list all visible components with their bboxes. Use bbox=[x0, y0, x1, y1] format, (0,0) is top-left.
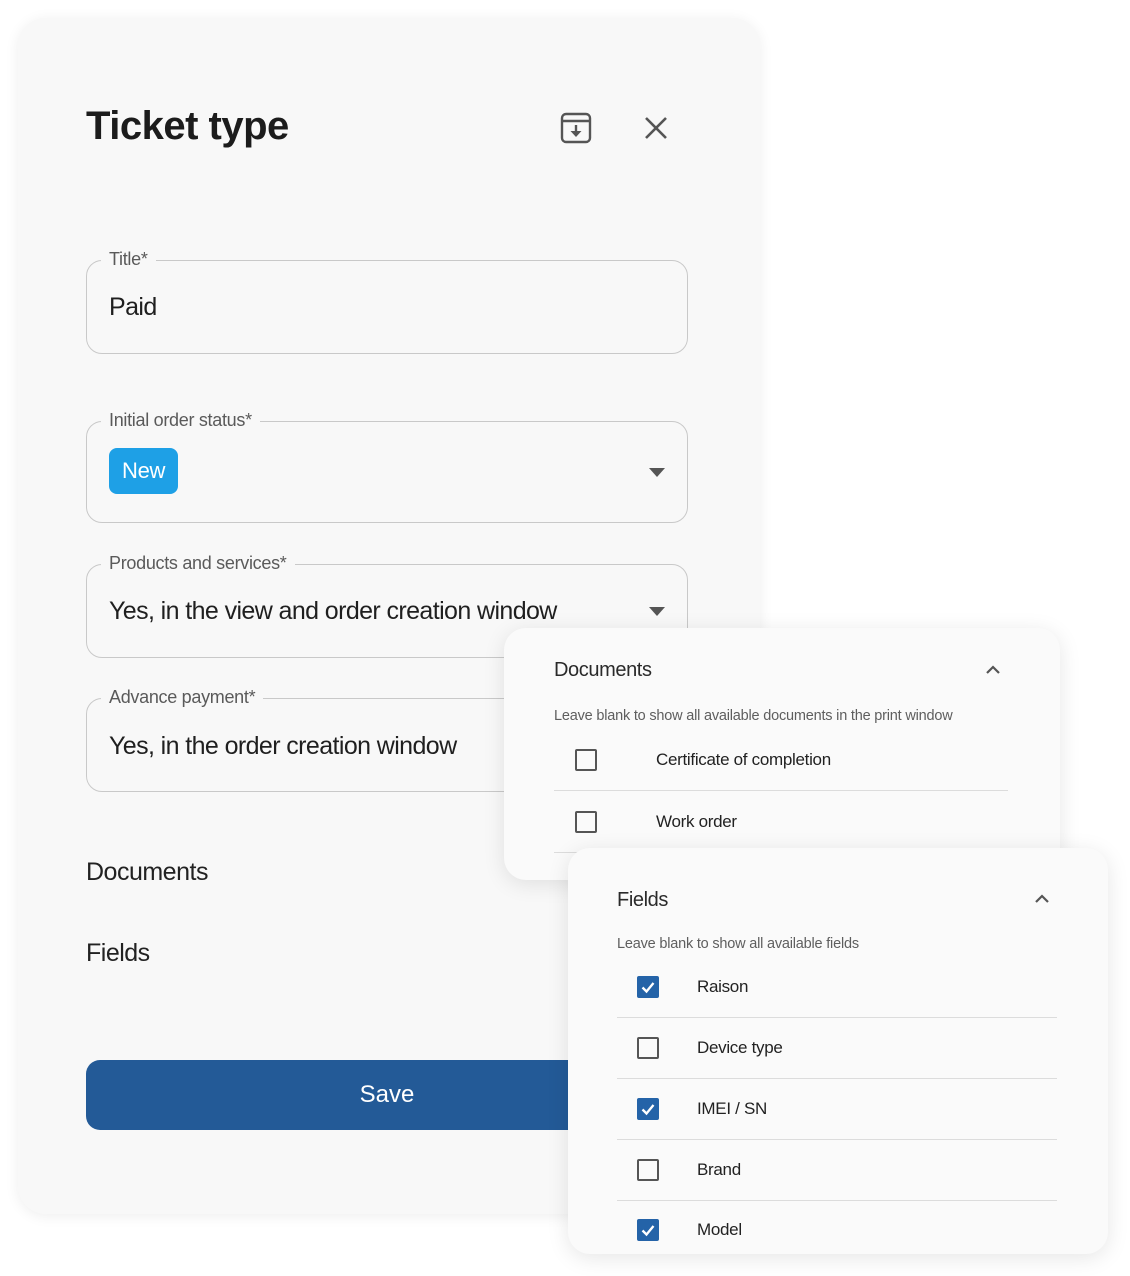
field-option-label: Model bbox=[697, 1220, 742, 1239]
archive-download-icon bbox=[560, 112, 592, 144]
field-option[interactable]: IMEI / SN bbox=[617, 1079, 1057, 1140]
documents-section-toggle[interactable]: Documents bbox=[86, 858, 208, 887]
documents-panel-title: Documents bbox=[554, 659, 652, 681]
dialog-title: Ticket type bbox=[86, 104, 289, 148]
field-option[interactable]: Raison bbox=[617, 957, 1057, 1018]
checkbox[interactable] bbox=[637, 1098, 659, 1120]
document-option[interactable]: Certificate of completion bbox=[554, 730, 1008, 791]
chevron-up-icon[interactable] bbox=[1032, 889, 1052, 909]
products-services-value: Yes, in the view and order creation wind… bbox=[109, 597, 557, 625]
initial-order-status-label: Initial order status* bbox=[101, 410, 260, 431]
fields-panel-title: Fields bbox=[617, 889, 668, 911]
fields-panel-hint: Leave blank to show all available fields bbox=[617, 936, 859, 952]
advance-payment-value: Yes, in the order creation window bbox=[109, 732, 457, 760]
close-button[interactable] bbox=[636, 108, 676, 148]
chevron-down-icon bbox=[649, 607, 665, 616]
title-field-label: Title* bbox=[101, 249, 156, 270]
archive-button[interactable] bbox=[556, 108, 596, 148]
check-icon bbox=[641, 1104, 655, 1116]
checkbox[interactable] bbox=[637, 1219, 659, 1241]
field-option-label: IMEI / SN bbox=[697, 1099, 768, 1118]
field-option-label: Device type bbox=[697, 1038, 783, 1057]
checkbox[interactable] bbox=[575, 749, 597, 771]
document-option[interactable]: Work order bbox=[554, 792, 1008, 853]
fields-section-toggle[interactable]: Fields bbox=[86, 939, 150, 968]
products-services-label: Products and services* bbox=[101, 553, 295, 574]
chevron-up-icon[interactable] bbox=[983, 660, 1003, 680]
document-option-label: Work order bbox=[656, 812, 737, 831]
field-option[interactable]: Model bbox=[617, 1200, 1057, 1260]
field-option-label: Brand bbox=[697, 1160, 741, 1179]
checkbox[interactable] bbox=[575, 811, 597, 833]
fields-panel: Fields Leave blank to show all available… bbox=[568, 848, 1108, 1254]
chevron-down-icon bbox=[649, 468, 665, 477]
check-icon bbox=[641, 1225, 655, 1237]
document-option-label: Certificate of completion bbox=[656, 750, 831, 769]
initial-order-status-select[interactable]: Initial order status* New bbox=[86, 410, 688, 523]
title-field-value: Paid bbox=[109, 293, 157, 321]
check-icon bbox=[641, 982, 655, 994]
title-field[interactable]: Title* Paid bbox=[86, 249, 688, 354]
close-icon bbox=[645, 117, 667, 139]
field-option[interactable]: Device type bbox=[617, 1018, 1057, 1079]
field-option[interactable]: Brand bbox=[617, 1140, 1057, 1201]
checkbox[interactable] bbox=[637, 1037, 659, 1059]
checkbox[interactable] bbox=[637, 976, 659, 998]
documents-panel-hint: Leave blank to show all available docume… bbox=[554, 708, 953, 724]
advance-payment-label: Advance payment* bbox=[101, 687, 264, 708]
documents-panel: Documents Leave blank to show all availa… bbox=[504, 628, 1060, 880]
checkbox[interactable] bbox=[637, 1159, 659, 1181]
status-chip: New bbox=[109, 448, 179, 494]
field-option-label: Raison bbox=[697, 977, 749, 996]
